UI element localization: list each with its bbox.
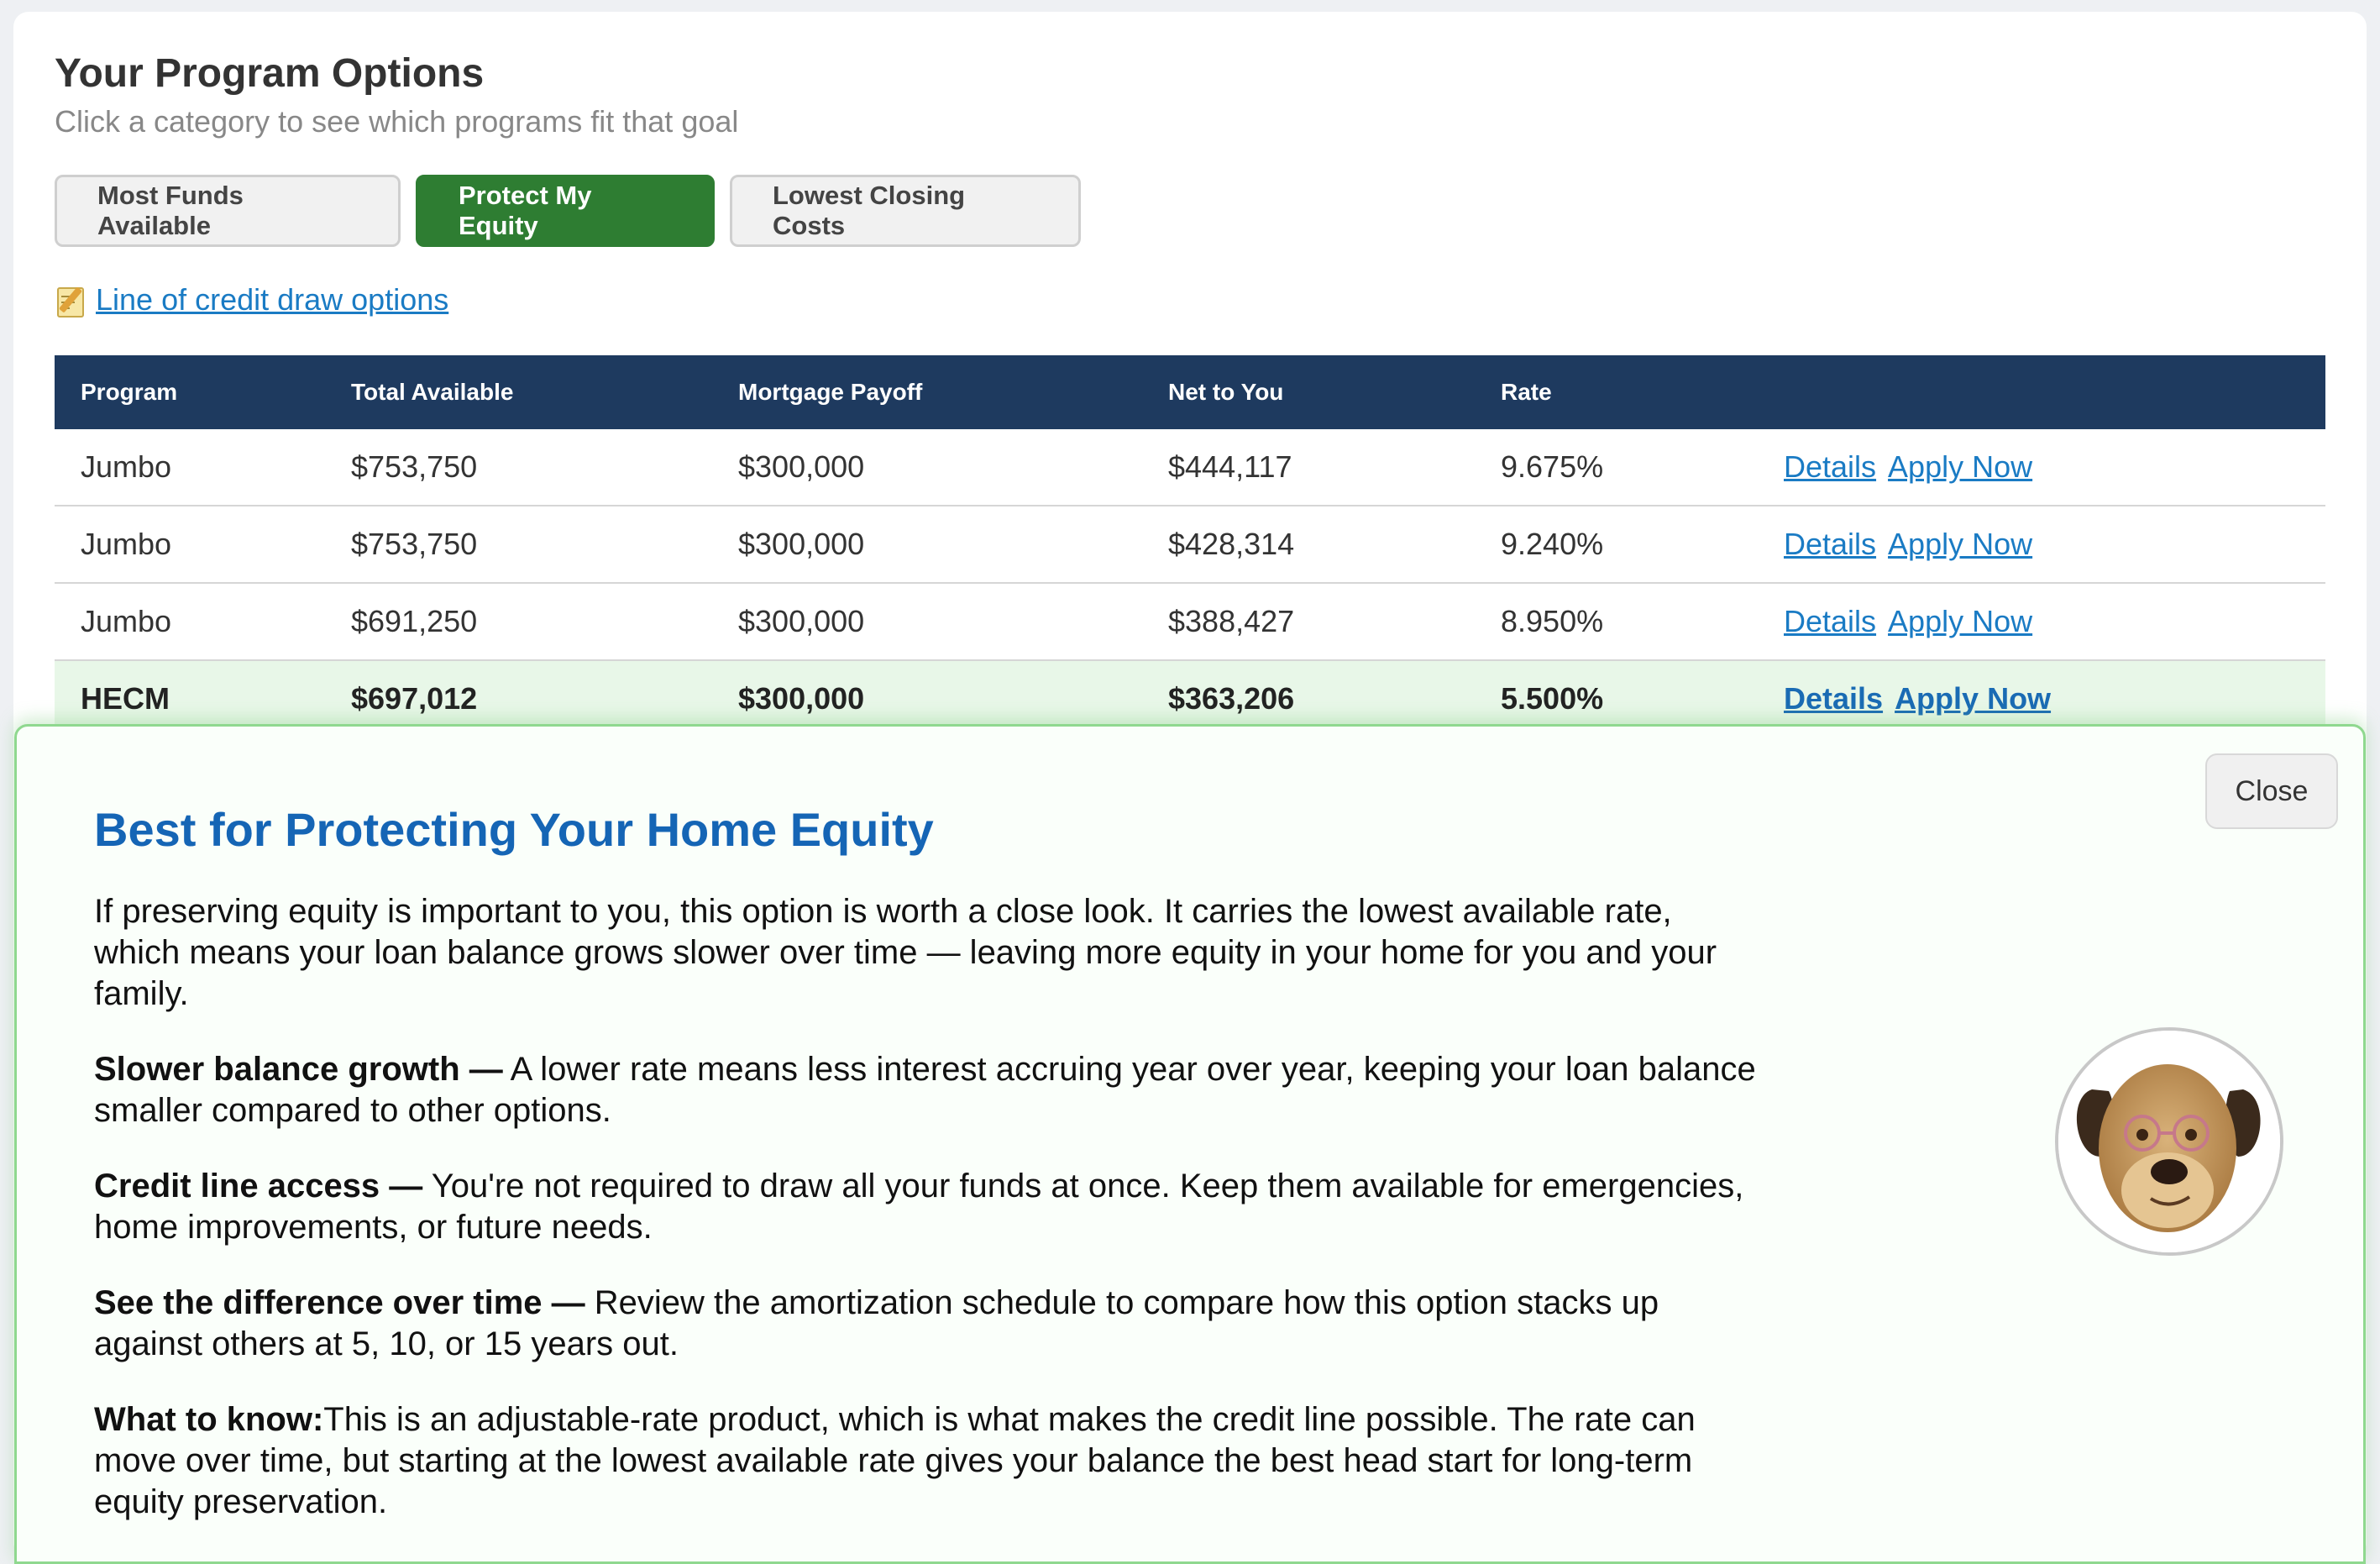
cell-rate: 9.240% (1475, 506, 1758, 584)
panel-point: What to know:This is an adjustable-rate … (94, 1399, 1757, 1523)
cell-total-available: $691,250 (325, 583, 712, 661)
details-link[interactable]: Details (1784, 681, 1883, 716)
cell-actions: Details Apply Now (1758, 583, 2325, 661)
details-link[interactable]: Details (1784, 604, 1876, 638)
tab-most-funds-available[interactable]: Most Funds Available (55, 175, 401, 247)
apply-now-link[interactable]: Apply Now (1895, 681, 2051, 716)
table-row: Jumbo $691,250 $300,000 $388,427 8.950% … (55, 583, 2325, 661)
cell-program: Jumbo (55, 583, 325, 661)
column-header-total-available: Total Available (351, 379, 514, 405)
memo-icon (55, 284, 86, 318)
cell-mortgage-payoff: $300,000 (712, 583, 1142, 661)
cell-mortgage-payoff: $300,000 (712, 429, 1142, 506)
close-button[interactable]: Close (2205, 753, 2338, 829)
column-header-program: Program (81, 379, 178, 405)
cell-net-to-you: $444,117 (1142, 429, 1475, 506)
table-header-row: Program Total Available Mortgage Payoff … (55, 355, 2325, 429)
cell-actions: Details Apply Now (1758, 429, 2325, 506)
cell-mortgage-payoff: $300,000 (712, 506, 1142, 584)
cell-rate: 8.950% (1475, 583, 1758, 661)
details-link[interactable]: Details (1784, 449, 1876, 484)
page-subtitle: Click a category to see which programs f… (55, 104, 739, 139)
cell-total-available: $753,750 (325, 429, 712, 506)
column-header-mortgage-payoff: Mortgage Payoff (738, 379, 923, 405)
table-row: Jumbo $753,750 $300,000 $444,117 9.675% … (55, 429, 2325, 506)
page-title: Your Program Options (55, 51, 485, 96)
point-lead: Slower balance growth — (94, 1051, 503, 1088)
category-tabs: Most Funds Available Protect My Equity L… (55, 175, 1081, 247)
details-link[interactable]: Details (1784, 527, 1876, 561)
cell-net-to-you: $428,314 (1142, 506, 1475, 584)
panel-point: See the difference over time — Review th… (94, 1283, 1757, 1365)
panel-body: If preserving equity is important to you… (94, 891, 1757, 1557)
apply-now-link[interactable]: Apply Now (1888, 527, 2032, 561)
cell-rate: 9.675% (1475, 429, 1758, 506)
dog-mascot-avatar (2055, 1027, 2283, 1256)
line-of-credit-draw-options-link[interactable]: Line of credit draw options (96, 282, 448, 318)
tab-protect-my-equity[interactable]: Protect My Equity (416, 175, 715, 247)
point-lead: Credit line access — (94, 1168, 423, 1204)
panel-title: Best for Protecting Your Home Equity (94, 803, 934, 856)
point-lead: See the difference over time — (94, 1284, 585, 1321)
cell-net-to-you: $388,427 (1142, 583, 1475, 661)
credit-draw-link-row: Line of credit draw options (55, 282, 448, 318)
column-header-rate: Rate (1501, 379, 1552, 405)
column-header-net-to-you: Net to You (1168, 379, 1284, 405)
table-row: Jumbo $753,750 $300,000 $428,314 9.240% … (55, 506, 2325, 584)
equity-info-panel: Close Best for Protecting Your Home Equi… (14, 724, 2366, 1564)
cell-program: Jumbo (55, 506, 325, 584)
point-text: This is an adjustable-rate product, whic… (94, 1401, 1696, 1520)
program-options-table: Program Total Available Mortgage Payoff … (55, 355, 2325, 738)
panel-point: Slower balance growth — A lower rate mea… (94, 1049, 1757, 1131)
panel-intro: If preserving equity is important to you… (94, 893, 1717, 1012)
column-header-actions (1758, 355, 2325, 429)
apply-now-link[interactable]: Apply Now (1888, 449, 2032, 484)
tab-lowest-closing-costs[interactable]: Lowest Closing Costs (730, 175, 1081, 247)
panel-point: Credit line access — You're not required… (94, 1166, 1757, 1248)
cell-program: Jumbo (55, 429, 325, 506)
cell-actions: Details Apply Now (1758, 506, 2325, 584)
cell-total-available: $753,750 (325, 506, 712, 584)
point-lead: What to know: (94, 1401, 324, 1438)
apply-now-link[interactable]: Apply Now (1888, 604, 2032, 638)
